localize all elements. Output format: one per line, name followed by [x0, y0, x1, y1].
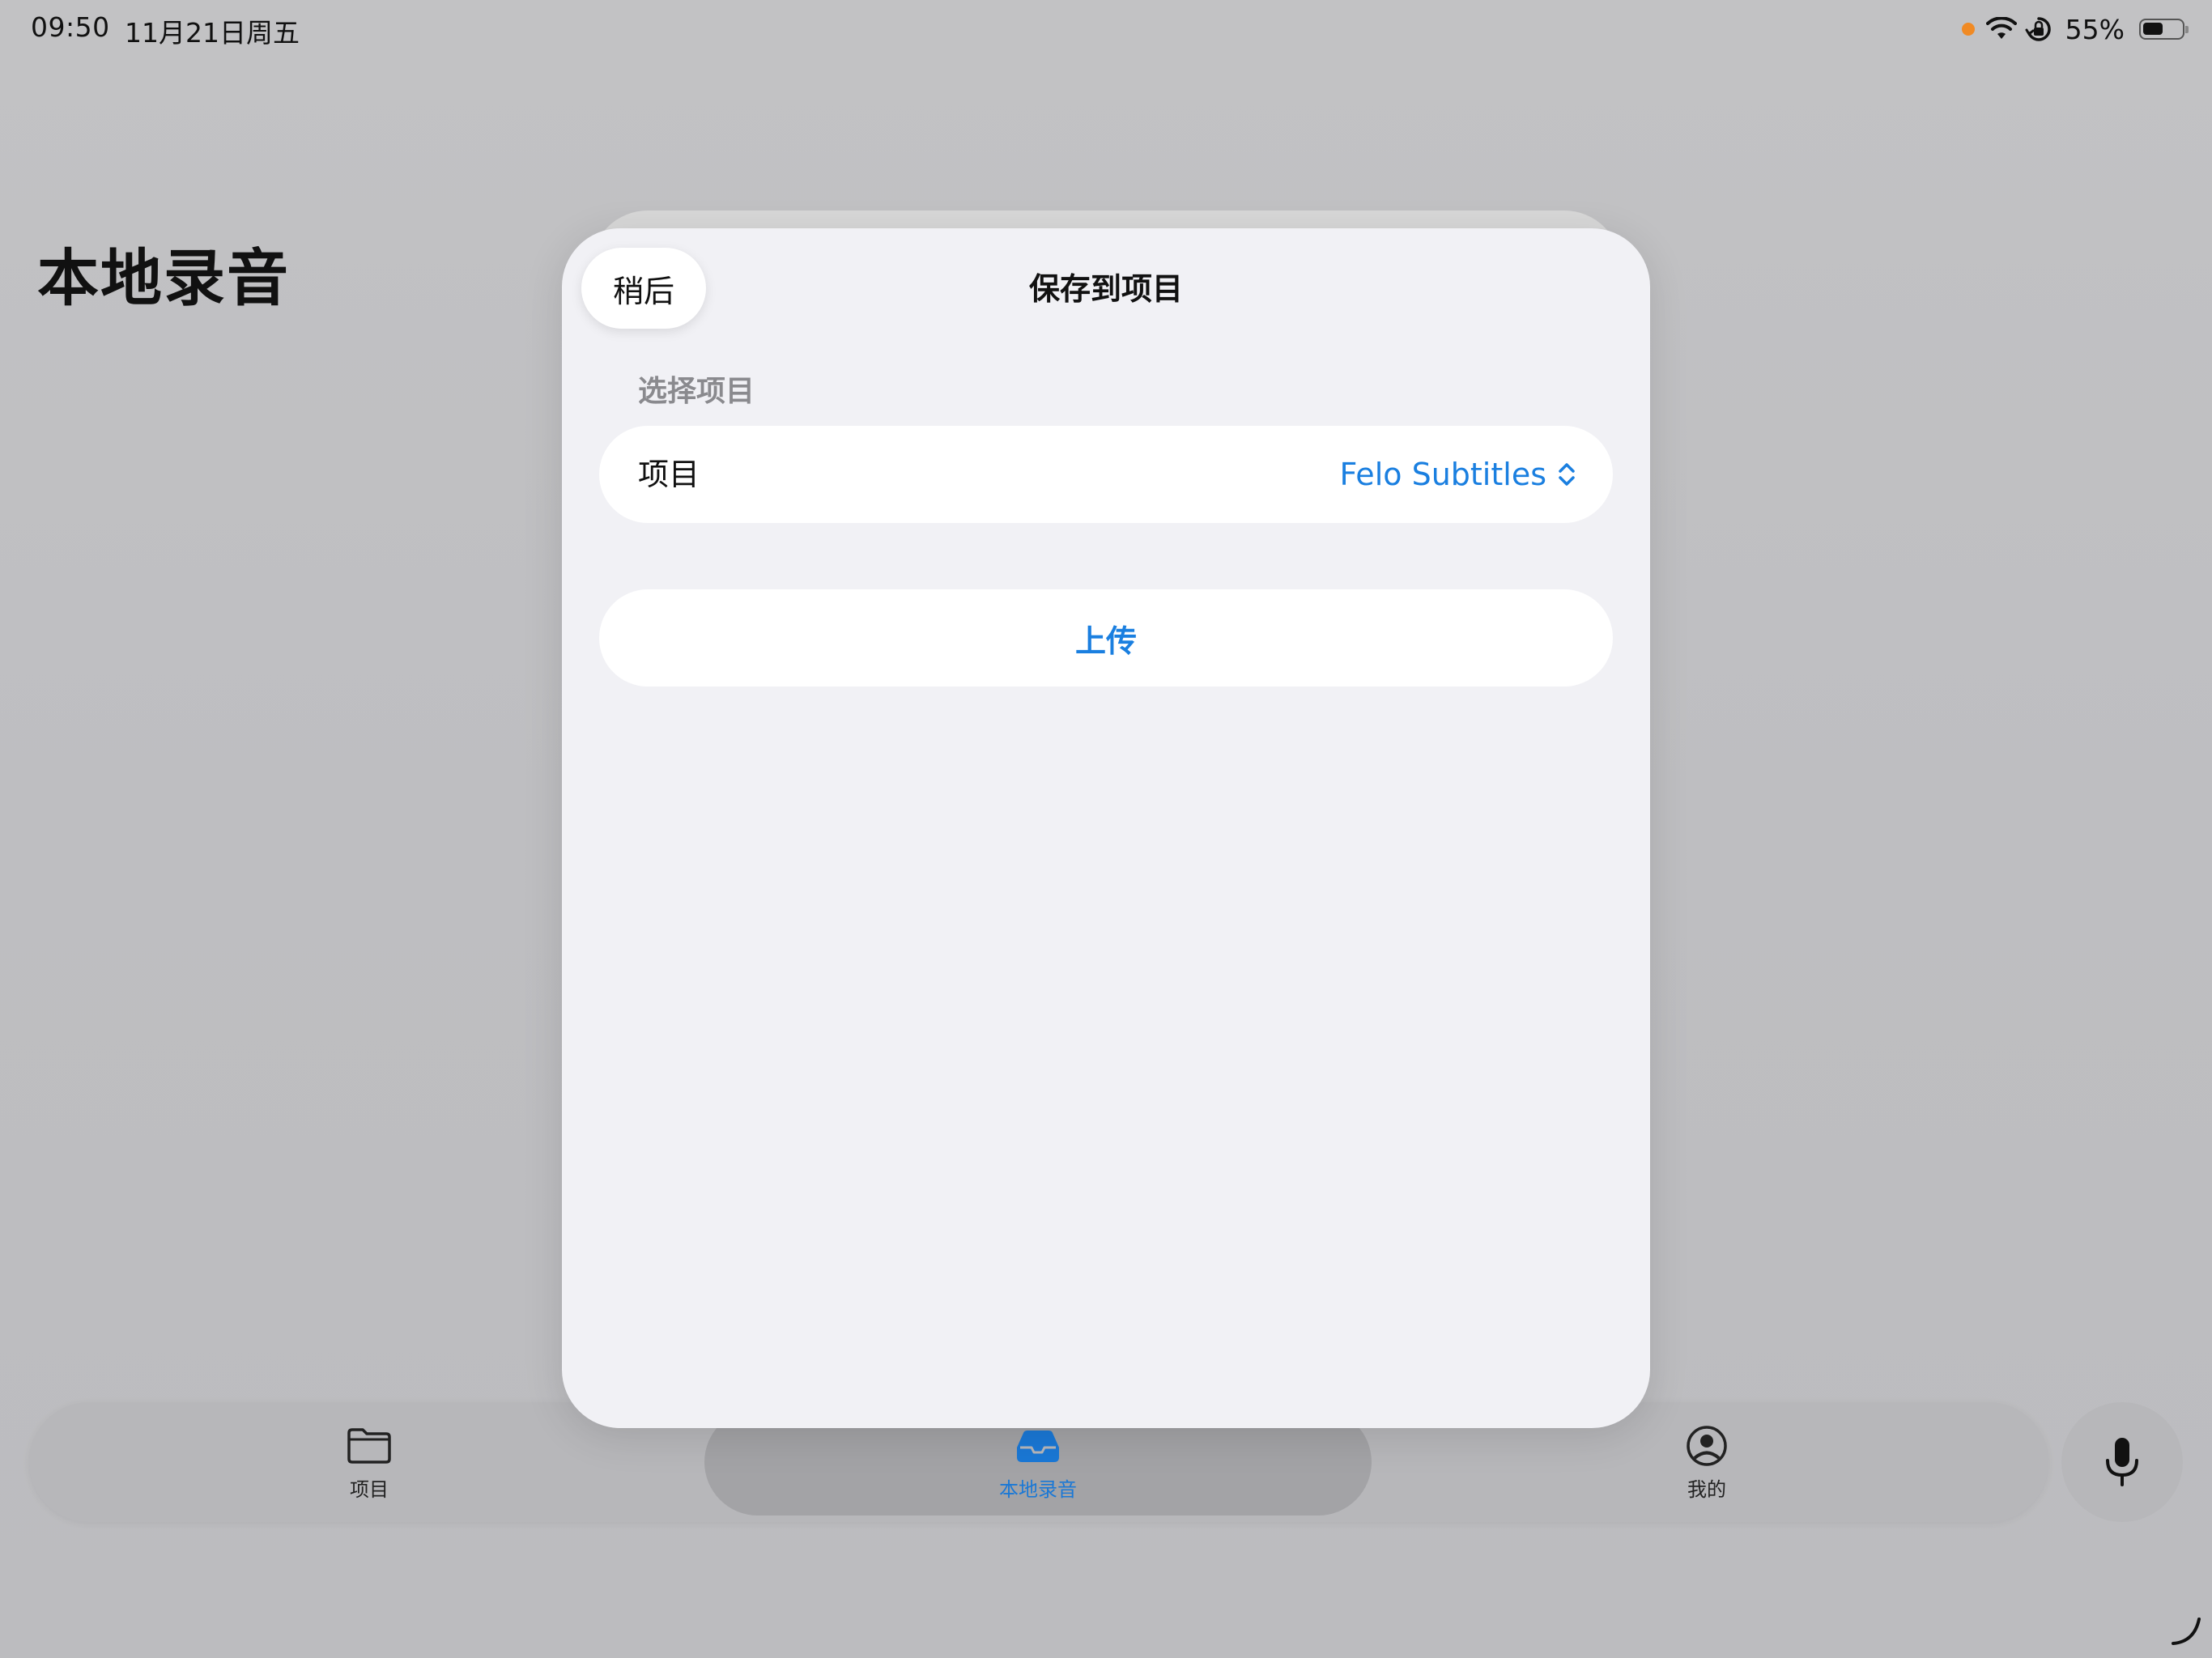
save-to-project-sheet: 稍后 保存到项目 选择项目 项目 Felo Subtitles 上传: [562, 228, 1650, 1428]
tab-me-label: 我的: [1687, 1477, 1726, 1501]
battery-icon: [2139, 19, 2189, 40]
status-bar: 09:50 11月21日周五 55%: [0, 0, 2212, 58]
status-time: 09:50: [31, 11, 110, 43]
status-date: 11月21日周五: [125, 17, 300, 49]
project-row-label: 项目: [638, 457, 700, 492]
project-row: 项目 Felo Subtitles: [599, 426, 1613, 523]
recording-dot: [1961, 23, 1975, 36]
microphone-icon: [2106, 1438, 2138, 1486]
tab-projects-label: 项目: [350, 1477, 389, 1501]
page-title: 本地录音: [37, 242, 290, 314]
tray-icon: [1017, 1430, 1059, 1462]
wifi-icon: [1985, 17, 2017, 39]
project-picker-value: Felo Subtitles: [1339, 457, 1546, 492]
app-screen: 09:50 11月21日周五 55% 本地录音 项目 本地录音 我的 稍后 保存…: [0, 0, 2212, 1658]
resize-corner-icon: [2172, 1618, 2201, 1645]
chevron-up-down-icon: [1559, 463, 1575, 486]
status-indicators: 55%: [1961, 11, 2189, 47]
folder-icon: [347, 1427, 391, 1464]
battery-fill: [2143, 23, 2163, 35]
orientation-lock-icon: [2025, 17, 2051, 41]
section-label: 选择项目: [638, 375, 755, 408]
sheet-title: 保存到项目: [1028, 271, 1183, 307]
person-circle-icon: [1687, 1425, 1727, 1466]
battery-cap: [2185, 26, 2189, 33]
record-button[interactable]: [2061, 1402, 2183, 1522]
battery-percent: 55%: [2065, 13, 2125, 45]
tab-local-recordings-label: 本地录音: [999, 1477, 1077, 1501]
upload-button[interactable]: 上传: [599, 589, 1613, 687]
project-picker[interactable]: Felo Subtitles: [1340, 426, 1576, 523]
